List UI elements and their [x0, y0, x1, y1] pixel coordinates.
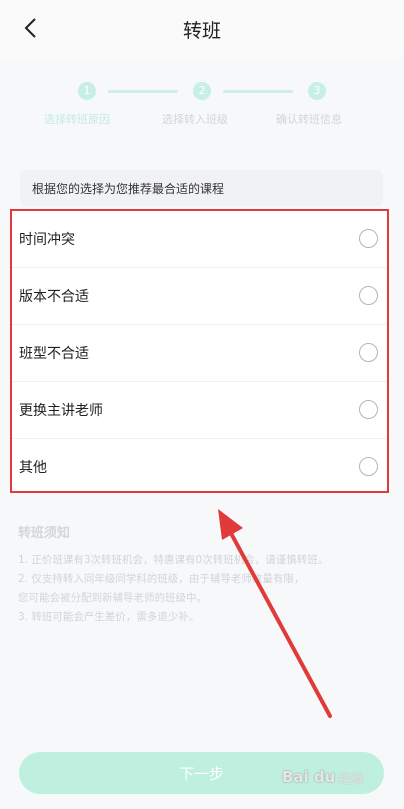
notice-line: 2. 仅支持转入同年级同学科的班级，由于辅导老师数量有限，: [18, 573, 305, 585]
radio-button[interactable]: [359, 400, 378, 419]
recommendation-hint-card: 根据您的选择为您推荐最合适的课程: [20, 170, 383, 206]
step-connector-2: [223, 90, 293, 93]
reason-option-time-conflict[interactable]: 时间冲突: [12, 211, 387, 268]
reason-option-label: 更换主讲老师: [19, 403, 103, 419]
step-2-label: 选择转入班级: [162, 113, 228, 126]
step-3-indicator: 3: [308, 82, 326, 100]
reason-option-label: 版本不合适: [19, 289, 89, 305]
reason-option-change-teacher[interactable]: 更换主讲老师: [12, 382, 387, 439]
page-title: 转班: [182, 20, 221, 42]
reason-option-class-type[interactable]: 班型不合适: [12, 325, 387, 382]
notice-line: 1. 正价班课有3次转班机会，特惠课有0次转班机会，请谨慎转班。: [18, 554, 329, 566]
watermark: Bai du 经验: [282, 762, 392, 792]
recommendation-hint-text: 根据您的选择为您推荐最合适的课程: [32, 182, 225, 196]
baidu-logo: Bai du: [282, 768, 336, 786]
notice-title: 转班须知: [18, 526, 71, 541]
reason-option-label: 其他: [19, 460, 47, 476]
radio-button[interactable]: [359, 457, 378, 476]
reason-option-other[interactable]: 其他: [12, 439, 387, 495]
reason-option-label: 班型不合适: [19, 346, 89, 362]
step-1-label: 选择转班原因: [44, 113, 110, 126]
reason-option-version[interactable]: 版本不合适: [12, 268, 387, 325]
step-3-label: 确认转班信息: [276, 113, 342, 126]
transfer-notice: 转班须知 1. 正价班课有3次转班机会，特惠课有0次转班机会，请谨慎转班。 2.…: [18, 522, 388, 627]
step-connector-1: [108, 90, 178, 93]
reason-option-label: 时间冲突: [19, 232, 75, 248]
step-2-indicator: 2: [193, 82, 211, 100]
reason-options-list: 时间冲突 版本不合适 班型不合适 更换主讲老师 其他: [10, 209, 389, 493]
header-bar: 转班: [0, 0, 404, 58]
radio-button[interactable]: [359, 229, 378, 248]
radio-button[interactable]: [359, 286, 378, 305]
radio-button[interactable]: [359, 343, 378, 362]
progress-stepper: 1 2 3 选择转班原因 选择转入班级 确认转班信息: [0, 70, 404, 130]
notice-line: 您可能会被分配到新辅导老师的班级中。: [18, 592, 207, 604]
watermark-label: 经验: [338, 771, 365, 787]
notice-line: 3. 转班可能会产生差价，需多退少补。: [18, 611, 200, 623]
step-1-indicator: 1: [78, 82, 96, 100]
